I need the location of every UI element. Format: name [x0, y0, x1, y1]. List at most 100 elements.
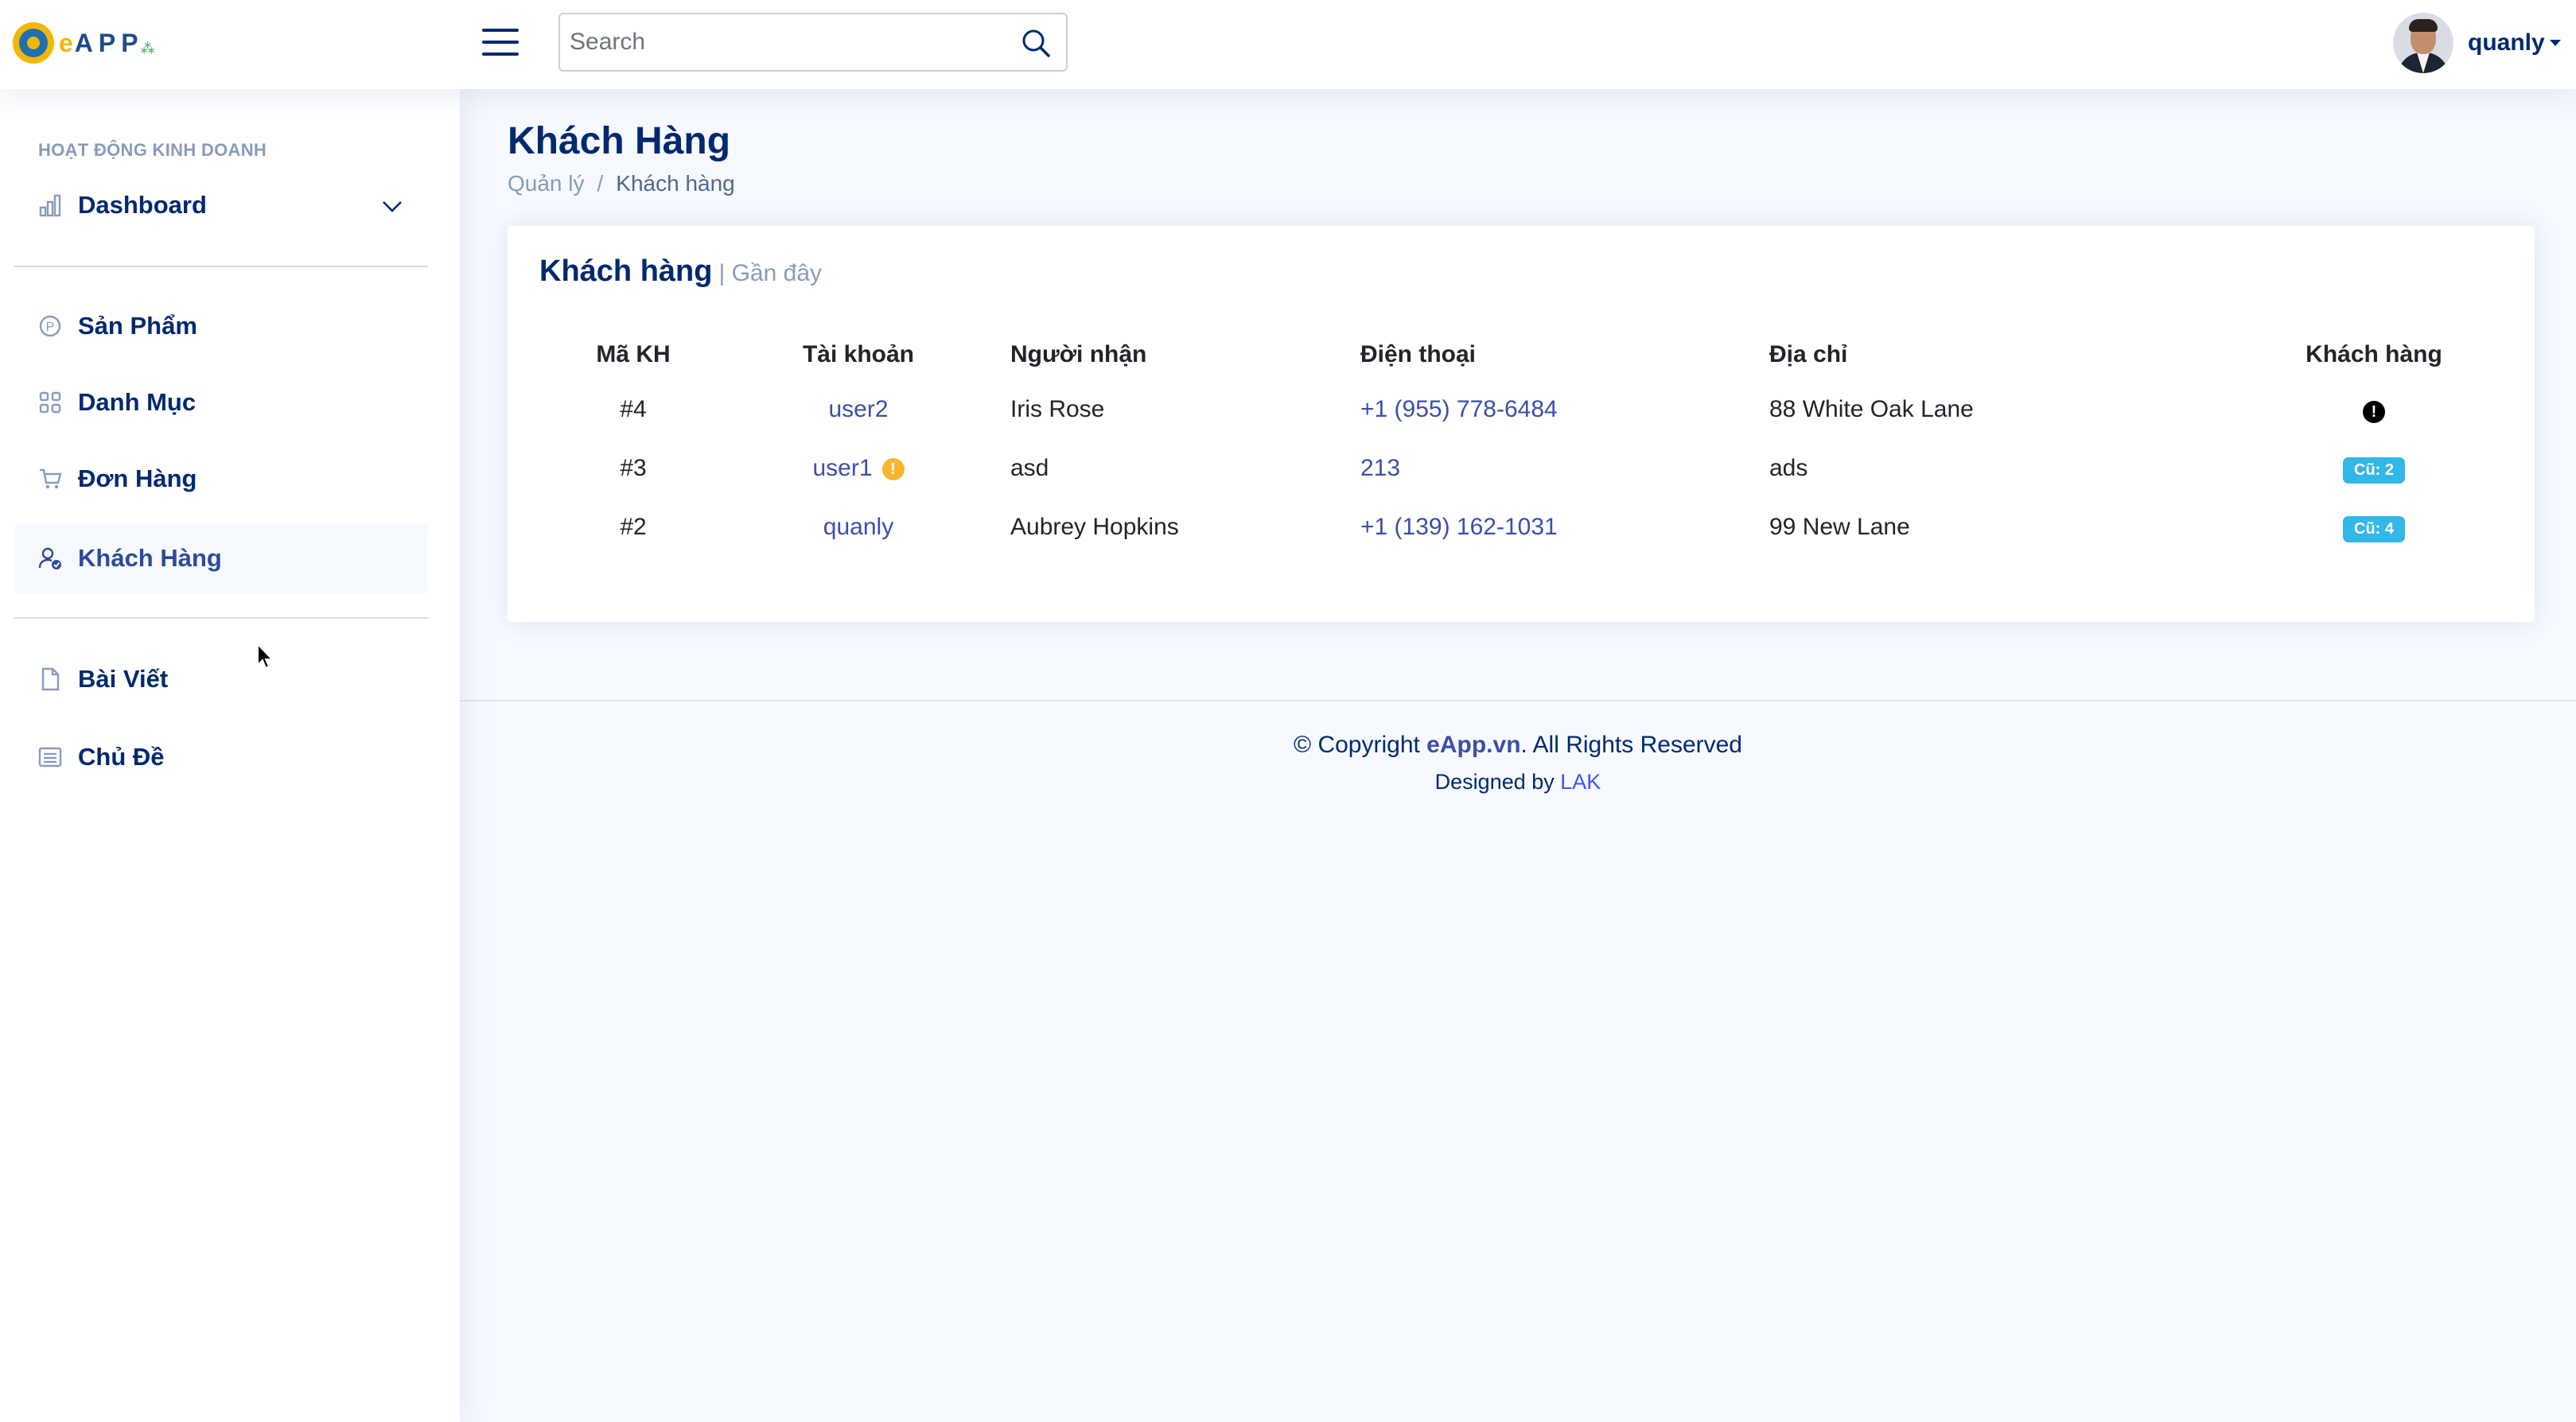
customer-status-cell: Cũ: 4 — [2243, 498, 2504, 557]
account-link[interactable]: user1 — [812, 455, 872, 481]
sidebar-item-label: Khách Hàng — [78, 544, 222, 572]
product-icon: P — [38, 314, 62, 338]
sidebar-item-dashboard[interactable]: Dashboard — [14, 170, 428, 240]
column-header[interactable]: Điện thoại — [1360, 329, 1769, 380]
sidebar-item-topics[interactable]: Chủ Đề — [14, 722, 428, 792]
sidebar: HOẠT ĐỘNG KINH DOANH Dashboard P Sản Phẩ… — [0, 89, 460, 1422]
customer-id: #4 — [620, 396, 647, 422]
breadcrumb-current: Khách hàng — [616, 171, 735, 196]
table-row: #4 user2 Iris Rose +1 (955) 778-6484 88 … — [539, 380, 2504, 439]
breadcrumb-separator: / — [597, 171, 604, 196]
page-title-block: Khách Hàng Quản lý / Khách hàng — [508, 119, 735, 196]
address: 99 New Lane — [1769, 514, 1910, 540]
credits-prefix: Designed by — [1434, 770, 1561, 794]
footer: © Copyright eApp.vn. All Rights Reserved… — [460, 732, 2576, 795]
customers-table: Mã KH Tài khoản Người nhận Điện thoại Đị… — [539, 329, 2504, 557]
sidebar-item-products[interactable]: P Sản Phẩm — [14, 291, 428, 361]
caret-down-icon — [2549, 40, 2561, 46]
logo-mark-icon — [13, 22, 54, 64]
phone-link[interactable]: +1 (955) 778-6484 — [1360, 396, 1558, 422]
account-link[interactable]: quanly — [823, 514, 893, 540]
table-row: #3 user1! asd 213 ads Cũ: 2 — [539, 439, 2504, 498]
menu-bar-3 — [482, 52, 519, 56]
avatar — [2393, 13, 2453, 73]
phone-link[interactable]: +1 (139) 162-1031 — [1360, 514, 1558, 540]
sidebar-item-posts[interactable]: Bài Viết — [14, 644, 428, 714]
card-title-text: Khách hàng — [539, 254, 713, 288]
footer-divider — [460, 700, 2576, 701]
phone-cell: 213 — [1360, 439, 1769, 498]
breadcrumb: Quản lý / Khách hàng — [508, 171, 735, 196]
column-header[interactable]: Khách hàng — [2243, 329, 2504, 380]
search-input[interactable] — [570, 22, 999, 62]
status-badge: Cũ: 4 — [2343, 515, 2405, 542]
logo-text: eAPP — [59, 28, 144, 57]
sidebar-heading: HOẠT ĐỘNG KINH DOANH — [38, 140, 267, 160]
phone-link[interactable]: 213 — [1360, 455, 1400, 481]
file-icon — [38, 667, 62, 691]
sidebar-item-label: Danh Mục — [78, 388, 197, 416]
mouse-cursor-icon — [257, 643, 274, 670]
card-title: Khách hàng | Gần đây — [539, 254, 822, 289]
customer-status-cell: ! — [2243, 380, 2504, 439]
sidebar-item-label: Chủ Đề — [78, 743, 165, 771]
sidebar-item-orders[interactable]: Đơn Hàng — [14, 444, 428, 514]
recipient-name: Aubrey Hopkins — [1010, 514, 1179, 540]
recipient-name: asd — [1010, 455, 1049, 481]
cart-icon — [38, 467, 62, 491]
column-header[interactable]: Tài khoản — [727, 329, 990, 380]
sidebar-divider — [14, 266, 428, 267]
menu-bar-2 — [482, 41, 519, 44]
list-icon — [38, 745, 62, 769]
sidebar-divider — [14, 617, 428, 619]
column-header[interactable]: Địa chỉ — [1769, 329, 2243, 380]
menu-bar-1 — [482, 29, 519, 32]
credits: Designed by LAK — [460, 770, 2576, 795]
designer-link[interactable]: LAK — [1560, 770, 1601, 794]
account-cell: user2 — [727, 380, 990, 439]
sidebar-item-categories[interactable]: Danh Mục — [14, 367, 428, 437]
sidebar-item-label: Bài Viết — [78, 665, 169, 693]
customer-id: #3 — [620, 455, 647, 481]
recipient-name: Iris Rose — [1010, 396, 1105, 422]
column-header[interactable]: Mã KH — [539, 329, 727, 380]
chevron-down-icon — [380, 194, 404, 222]
bar-chart-icon — [38, 193, 62, 217]
sidebar-toggle-button[interactable] — [482, 27, 519, 57]
page-title: Khách Hàng — [508, 120, 731, 162]
phone-cell: +1 (139) 162-1031 — [1360, 498, 1769, 557]
phone-cell: +1 (955) 778-6484 — [1360, 380, 1769, 439]
warning-icon[interactable]: ! — [881, 458, 905, 480]
table-header-row: Mã KH Tài khoản Người nhận Điện thoại Đị… — [539, 329, 2504, 380]
search-button[interactable] — [1020, 27, 1052, 59]
card-subtitle: | Gần đây — [718, 260, 823, 286]
copyright-suffix: . All Rights Reserved — [1520, 732, 1742, 758]
app-logo[interactable]: eAPP ⁂ — [13, 21, 155, 65]
profile-dropdown[interactable]: quanly — [2393, 11, 2561, 75]
person-check-icon — [38, 546, 62, 570]
search-icon — [1022, 29, 1050, 57]
column-header[interactable]: Người nhận — [990, 329, 1360, 380]
profile-username: quanly — [2468, 29, 2545, 56]
sidebar-item-label: Sản Phẩm — [78, 312, 197, 340]
account-cell: quanly — [727, 498, 990, 557]
top-header: eAPP ⁂ quanly — [0, 0, 2576, 89]
sidebar-item-label: Dashboard — [78, 191, 207, 219]
exclamation-circle-icon: ! — [2363, 401, 2385, 423]
table-row: #2 quanly Aubrey Hopkins +1 (139) 162-10… — [539, 498, 2504, 557]
customer-id: #2 — [620, 514, 647, 540]
address: ads — [1769, 455, 1808, 481]
status-badge: Cũ: 2 — [2343, 457, 2405, 484]
copyright-prefix: © Copyright — [1294, 732, 1427, 758]
logo-leaf-icon: ⁂ — [140, 40, 155, 56]
account-link[interactable]: user2 — [828, 396, 888, 422]
svg-text:P: P — [46, 321, 55, 334]
copyright-brand: eApp.vn — [1426, 732, 1521, 758]
breadcrumb-link-manage[interactable]: Quản lý — [508, 171, 585, 196]
sidebar-item-customers[interactable]: Khách Hàng — [14, 523, 428, 593]
sidebar-item-label: Đơn Hàng — [78, 464, 197, 492]
customer-status-cell: Cũ: 2 — [2243, 439, 2504, 498]
address: 88 White Oak Lane — [1769, 396, 1974, 422]
copyright: © Copyright eApp.vn. All Rights Reserved — [460, 732, 2576, 759]
account-cell: user1! — [727, 439, 990, 498]
